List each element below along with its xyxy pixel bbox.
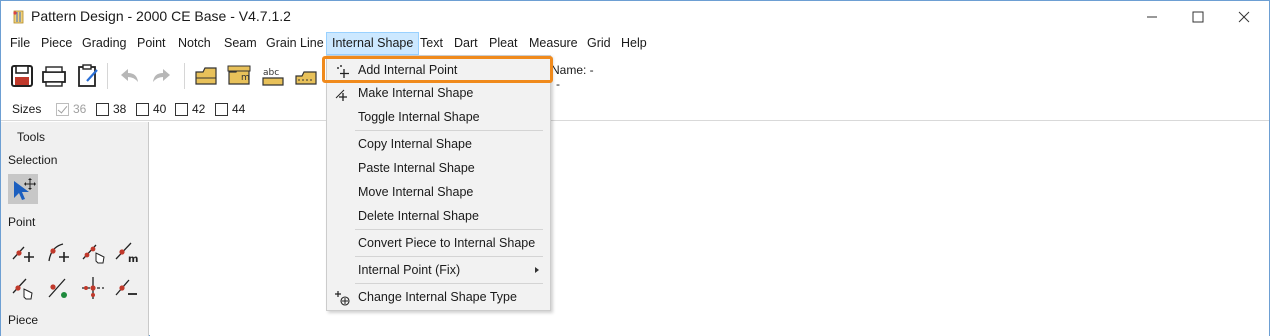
menu-separator (355, 130, 543, 131)
menu-file[interactable]: File (5, 32, 35, 55)
menu-item-move-internal-shape[interactable]: Move Internal Shape (328, 181, 549, 203)
menu-text[interactable]: Text (415, 32, 448, 55)
move-point-icon[interactable] (8, 273, 38, 303)
menu-bar: File Piece Grading Point Notch Seam Grai… (1, 32, 1269, 55)
text-piece-icon[interactable]: abc (258, 61, 288, 91)
menu-item-toggle-internal-shape[interactable]: Toggle Internal Shape (328, 106, 549, 128)
svg-text:m: m (128, 254, 138, 265)
size-label-38: 38 (113, 102, 127, 116)
menu-item-paste-internal-shape[interactable]: Paste Internal Shape (328, 157, 549, 179)
make-shape-icon (334, 86, 350, 102)
size-checkbox-44[interactable] (215, 103, 228, 116)
menu-item-label: Make Internal Shape (358, 86, 474, 100)
delete-point-icon[interactable] (111, 273, 141, 303)
menu-point[interactable]: Point (132, 32, 171, 55)
menu-help[interactable]: Help (616, 32, 652, 55)
menu-piece[interactable]: Piece (36, 32, 77, 55)
menu-item-label: Paste Internal Shape (358, 161, 475, 175)
toolbar: m abc Name: - - (1, 57, 1269, 95)
highlight-annotation (322, 56, 553, 83)
add-point-icon[interactable] (8, 237, 38, 267)
menu-item-change-internal-shape-type[interactable]: Change Internal Shape Type (328, 286, 549, 308)
sizes-label: Sizes (12, 102, 42, 116)
menu-internal-shape[interactable]: Internal Shape (326, 32, 420, 55)
select-move-icon[interactable] (8, 174, 38, 204)
menu-grading[interactable]: Grading (77, 32, 131, 55)
size-label-36: 36 (73, 102, 87, 116)
menu-grid[interactable]: Grid (582, 32, 616, 55)
menu-notch[interactable]: Notch (173, 32, 216, 55)
drawing-canvas[interactable] (150, 122, 1269, 336)
app-window: Pattern Design - 2000 CE Base - V4.7.1.2… (0, 0, 1270, 336)
size-label-44: 44 (232, 102, 246, 116)
menu-item-label: Move Internal Shape (358, 185, 474, 199)
piece-name-label: Name: - (551, 63, 594, 77)
submenu-arrow-icon (535, 267, 539, 273)
measure-piece-icon[interactable]: m (224, 61, 254, 91)
toolbar-separator (107, 63, 108, 89)
add-curve-point-icon[interactable] (43, 237, 73, 267)
sizes-bar: Sizes 36 38 40 42 44 (1, 97, 1269, 121)
menu-item-make-internal-shape[interactable]: Make Internal Shape (328, 82, 549, 104)
save-icon[interactable] (7, 61, 37, 91)
size-label-42: 42 (192, 102, 206, 116)
menu-item-internal-point-fix[interactable]: Internal Point (Fix) (328, 259, 549, 281)
title-bar: Pattern Design - 2000 CE Base - V4.7.1.2 (1, 1, 1269, 32)
menu-seam[interactable]: Seam (219, 32, 262, 55)
menu-item-copy-internal-shape[interactable]: Copy Internal Shape (328, 133, 549, 155)
select-point-icon[interactable] (78, 237, 108, 267)
menu-item-label: Delete Internal Shape (358, 209, 479, 223)
menu-dart[interactable]: Dart (449, 32, 483, 55)
section-selection: Selection (8, 153, 58, 167)
redo-icon[interactable] (147, 61, 177, 91)
plotter-icon[interactable] (39, 61, 69, 91)
menu-separator (355, 229, 543, 230)
piece-outline-icon[interactable] (291, 61, 321, 91)
app-icon (11, 9, 27, 25)
change-type-icon (334, 290, 350, 306)
menu-item-label: Toggle Internal Shape (358, 110, 480, 124)
window-title: Pattern Design - 2000 CE Base - V4.7.1.2 (31, 8, 291, 24)
intersect-point-icon[interactable] (78, 273, 108, 303)
undo-icon[interactable] (114, 61, 144, 91)
menu-separator (355, 256, 543, 257)
menu-item-label: Change Internal Shape Type (358, 290, 517, 304)
size-checkbox-36[interactable] (56, 103, 69, 116)
section-piece: Piece (8, 313, 39, 327)
menu-item-label: Copy Internal Shape (358, 137, 472, 151)
internal-shape-menu: Add Internal Point Make Internal Shape T… (326, 55, 551, 311)
split-point-icon[interactable] (43, 273, 73, 303)
menu-measure[interactable]: Measure (524, 32, 583, 55)
menu-item-convert-piece[interactable]: Convert Piece to Internal Shape (328, 232, 549, 254)
menu-item-label: Internal Point (Fix) (358, 263, 461, 277)
svg-text:abc: abc (263, 68, 279, 78)
menu-item-delete-internal-shape[interactable]: Delete Internal Shape (328, 205, 549, 227)
close-button[interactable] (1221, 1, 1267, 32)
tools-title: Tools (17, 130, 46, 144)
menu-item-label: Convert Piece to Internal Shape (358, 236, 536, 250)
piece-icon[interactable] (191, 61, 221, 91)
size-checkbox-40[interactable] (136, 103, 149, 116)
maximize-button[interactable] (1175, 1, 1221, 32)
size-checkbox-42[interactable] (175, 103, 188, 116)
tools-panel: Tools Selection Point m Piece (1, 122, 149, 336)
measure-point-icon[interactable]: m (111, 237, 141, 267)
clipboard-edit-icon[interactable] (73, 61, 103, 91)
minimize-button[interactable] (1129, 1, 1175, 32)
toolbar-separator (184, 63, 185, 89)
size-label-40: 40 (153, 102, 167, 116)
section-point: Point (8, 215, 36, 229)
menu-pleat[interactable]: Pleat (484, 32, 523, 55)
menu-separator (355, 283, 543, 284)
menu-grain-line[interactable]: Grain Line (261, 32, 329, 55)
piece-info-extra: - (556, 77, 560, 91)
svg-text:m: m (241, 73, 250, 83)
size-checkbox-38[interactable] (96, 103, 109, 116)
